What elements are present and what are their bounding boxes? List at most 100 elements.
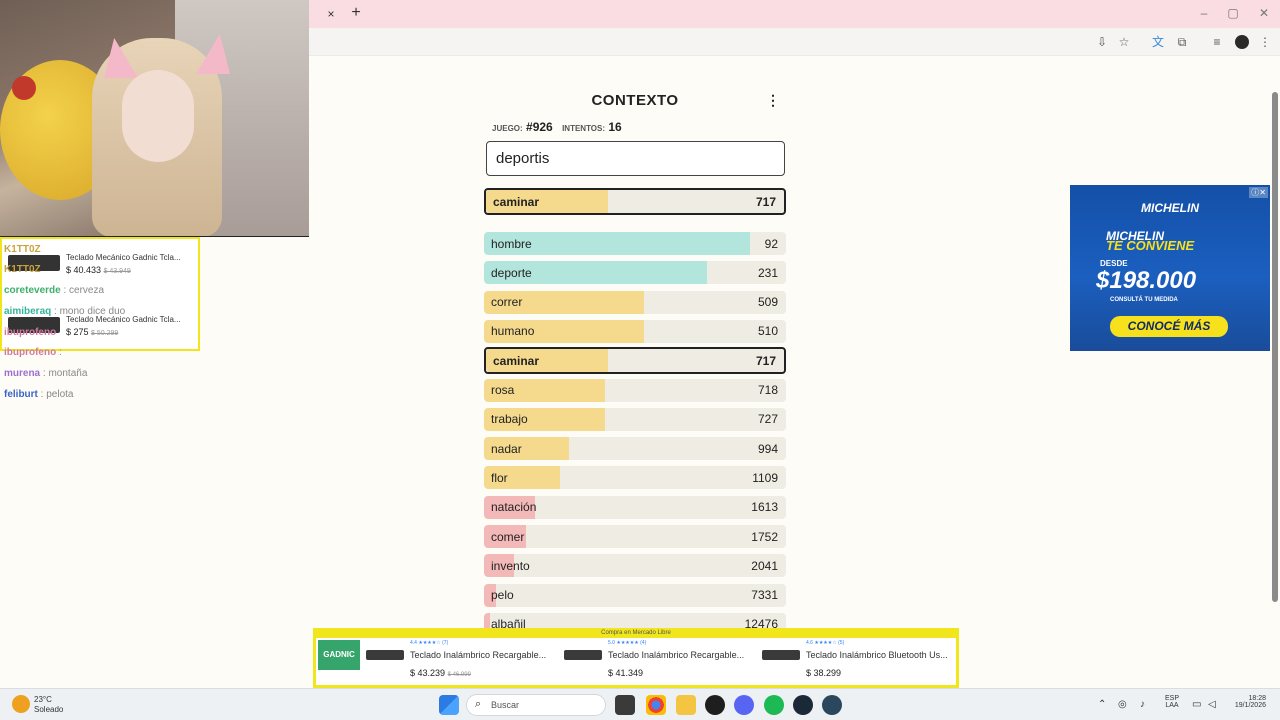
close-window-button[interactable]: ✕ <box>1254 4 1274 22</box>
steam-icon[interactable] <box>793 695 813 715</box>
michelin-price: $198.000 <box>1096 267 1197 294</box>
chat-line: murena : montaña <box>4 368 88 379</box>
ad-choices-icon[interactable]: ⓘ✕ <box>1249 187 1268 198</box>
guess-rank: 1752 <box>751 529 778 544</box>
steam-alt-icon[interactable] <box>822 695 842 715</box>
guess-row: rosa 718 <box>484 378 786 402</box>
file-explorer-icon[interactable] <box>676 695 696 715</box>
guess-row: trabajo 727 <box>484 407 786 431</box>
guess-word: trabajo <box>491 412 528 427</box>
mercadolibre-header: Compra en Mercado Libre <box>601 630 671 636</box>
maximize-button[interactable]: ▢ <box>1223 4 1243 22</box>
guess-row: nadar 994 <box>484 437 786 461</box>
product-rating: 4.4 ★★★★☆ (7) <box>410 640 449 646</box>
spotify-icon[interactable] <box>764 695 784 715</box>
windows-taskbar: 23°C Soleado ⌕ Buscar ⌃ ◎ ♪ ESP LAA ▭ ◁ 1… <box>0 688 1280 720</box>
guess-word: caminar <box>493 353 540 368</box>
media-control-icon[interactable]: ≡ <box>1208 33 1226 51</box>
guess-rank: 718 <box>757 383 778 397</box>
guess-row: caminar 717 <box>484 347 786 375</box>
chat-line: feliburt : pelota <box>4 389 74 400</box>
extension-translate-icon[interactable]: 文 <box>1149 33 1167 51</box>
gadnic-logo: GADNIC <box>318 640 360 670</box>
product-price: $ 38.299 <box>806 668 842 678</box>
ad-product-card[interactable]: 4.4 ★★★★☆ (7) Teclado Inalámbrico Recarg… <box>366 638 566 686</box>
guess-rank: 727 <box>757 412 778 427</box>
chat-ad-price: $ 40.433 $ 43.949 <box>66 265 131 275</box>
install-app-icon[interactable]: ⇩ <box>1093 33 1111 51</box>
chat-ad-title: Teclado Mecánico Gadnic Tcla... <box>66 253 181 262</box>
guess-rank: 994 <box>757 441 778 456</box>
clock[interactable]: 18:28 19/1/2026 <box>1226 695 1266 709</box>
ad-product-card[interactable]: 4.6 ★★★★☆ (5) Teclado Inalámbrico Blueto… <box>762 638 962 686</box>
extensions-puzzle-icon[interactable]: ⧉ <box>1173 33 1191 51</box>
michelin-tagline-2: TE CONVIENE <box>1106 238 1195 253</box>
task-view-icon[interactable] <box>615 695 635 715</box>
guess-row: comer 1752 <box>484 525 786 548</box>
product-title: Teclado Inalámbrico Recargable... <box>608 650 745 660</box>
product-price: $ 41.349 <box>608 668 644 678</box>
guess-word: albañil <box>491 617 526 628</box>
profile-avatar[interactable] <box>1235 35 1249 49</box>
keyboard-image <box>564 650 602 660</box>
taskbar-search-placeholder: Buscar <box>491 700 520 710</box>
chat-line: ibuprofeno <box>4 327 57 338</box>
search-icon: ⌕ <box>475 698 482 710</box>
guess-row: natación 1613 <box>484 495 786 519</box>
browser-titlebar: × + – ▢ ✕ <box>309 0 1280 28</box>
ad-product-card[interactable]: 5.0 ★★★★★ (4) Teclado Inalámbrico Recarg… <box>564 638 764 686</box>
weather-sun-icon[interactable] <box>12 695 30 713</box>
webcam-overlay <box>0 0 309 237</box>
guess-rank: 717 <box>755 353 776 368</box>
guess-rank: 1109 <box>752 470 778 485</box>
new-tab-button[interactable]: + <box>347 4 365 22</box>
chat-ad-price: $ 275 $ 50.299 <box>66 327 119 337</box>
webcam-red-object <box>12 76 36 100</box>
chrome-icon[interactable] <box>646 695 666 715</box>
close-tab-button[interactable]: × <box>323 6 339 22</box>
guess-rank: 12476 <box>744 617 778 628</box>
page-scrollbar[interactable] <box>1270 84 1280 688</box>
guess-word: rosa <box>491 383 515 397</box>
chat-line: ibuprofeno : <box>4 347 62 358</box>
mic-icon[interactable]: ♪ <box>1140 699 1145 710</box>
guess-list: hombre 92 deporte 231 correr 509 humano 510 cami… <box>484 84 786 628</box>
chat-line: aimiberaq : mono dice duo <box>4 306 126 317</box>
scrollbar-thumb[interactable] <box>1272 92 1278 602</box>
michelin-ad[interactable]: ⓘ✕ MICHELIN MICHELIN TE CONVIENE DESDE $… <box>1070 185 1270 351</box>
keyboard-language[interactable]: ESP LAA <box>1160 695 1184 709</box>
taskbar-search[interactable]: ⌕ Buscar <box>466 694 606 716</box>
guess-rank: 2041 <box>751 558 778 573</box>
bookmark-star-icon[interactable]: ☆ <box>1115 33 1133 51</box>
discord-icon[interactable] <box>734 695 754 715</box>
guess-similarity-bar <box>484 612 491 628</box>
browser-menu-icon[interactable]: ⋮ <box>1256 33 1274 51</box>
network-icon[interactable]: ◎ <box>1118 699 1127 710</box>
product-price: $ 43.239 $ 46.999 <box>410 668 471 678</box>
product-title: Teclado Inalámbrico Bluetooth Us... <box>806 650 948 660</box>
michelin-subtext: CONSULTÁ TU MEDIDA <box>1110 297 1178 303</box>
display-icon[interactable]: ▭ <box>1192 699 1201 710</box>
guess-rank: 7331 <box>751 588 778 603</box>
volume-icon[interactable]: ◁ <box>1208 699 1216 710</box>
obs-icon[interactable] <box>705 695 725 715</box>
guess-row: humano 510 <box>484 319 786 343</box>
tray-chevron-icon[interactable]: ⌃ <box>1098 699 1106 710</box>
guess-row: hombre 92 <box>484 232 786 255</box>
guess-word: nadar <box>491 441 522 456</box>
windows-start-icon[interactable] <box>439 695 459 715</box>
guess-rank: 92 <box>764 236 778 251</box>
chat-line: K1TT0Z <box>4 264 41 275</box>
weather-condition: Soleado <box>34 705 64 714</box>
guess-word: correr <box>491 295 523 310</box>
minimize-button[interactable]: – <box>1194 4 1214 22</box>
guess-word: hombre <box>491 236 532 251</box>
michelin-logo: MICHELIN <box>1141 201 1199 215</box>
keyboard-image <box>762 650 800 660</box>
michelin-cta-button[interactable]: CONOCÉ MÁS <box>1110 316 1228 337</box>
guess-row: albañil 12476 <box>484 612 786 628</box>
guess-row: pelo 7331 <box>484 583 786 607</box>
keyboard-image <box>366 650 404 660</box>
guess-word: invento <box>491 558 530 573</box>
guess-row: flor 1109 <box>484 466 786 490</box>
